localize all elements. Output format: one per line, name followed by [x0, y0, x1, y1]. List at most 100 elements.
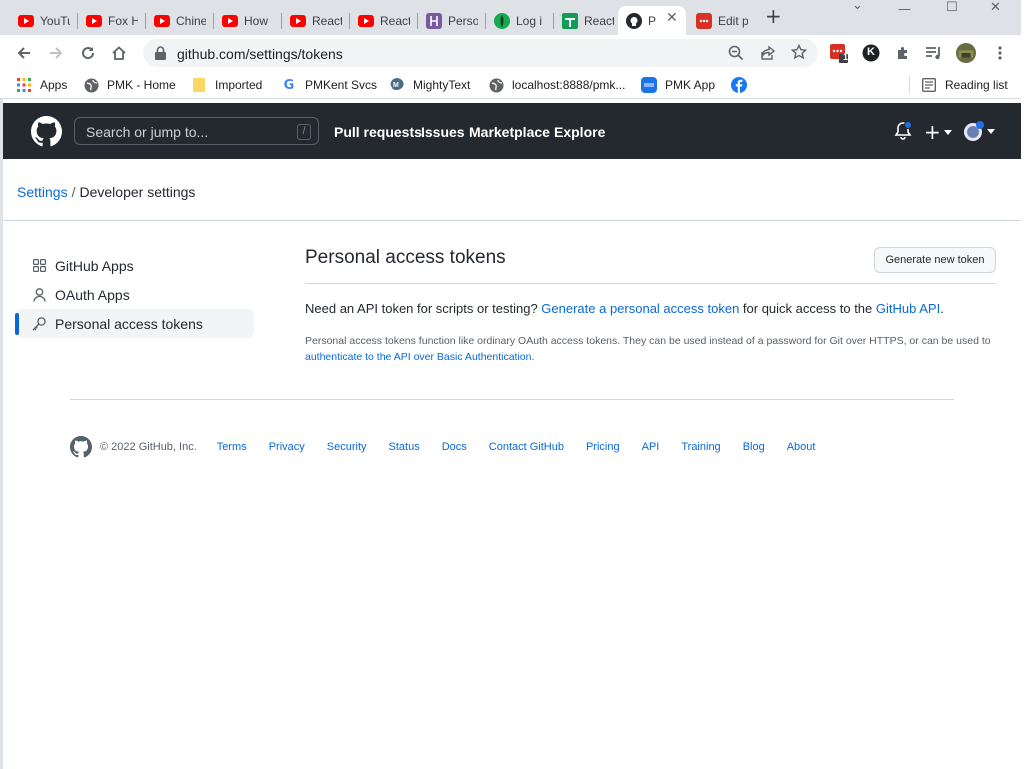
- sidebar-item-personal-access-tokens[interactable]: Personal access tokens: [15, 309, 254, 338]
- youtube-icon: [358, 13, 374, 29]
- footer-link[interactable]: Pricing: [586, 441, 620, 453]
- lock-icon: [155, 46, 166, 60]
- maximize-icon[interactable]: ☐: [946, 0, 958, 16]
- github-api-link[interactable]: GitHub API: [876, 301, 940, 316]
- browser-tab[interactable]: Log i: [486, 6, 552, 35]
- bookmark-label: PMKent Svcs: [305, 78, 378, 92]
- youtube-icon: [18, 13, 34, 29]
- minimize-icon[interactable]: —: [898, 2, 911, 18]
- browser-tab[interactable]: React: [282, 6, 348, 35]
- bookmark-pmk-app[interactable]: PMK App: [641, 76, 715, 94]
- breadcrumb-separator: /: [71, 184, 76, 200]
- note-suffix: .: [531, 351, 535, 363]
- close-tab-icon[interactable]: ✕: [666, 11, 678, 25]
- tab-title: Fox H: [108, 13, 138, 28]
- browser-tab[interactable]: Fox H: [78, 6, 144, 35]
- footer-link[interactable]: Training: [681, 441, 720, 453]
- extensions-puzzle-icon[interactable]: [893, 43, 913, 63]
- new-tab-icon[interactable]: +: [765, 6, 782, 26]
- bookmark-apps[interactable]: Apps: [16, 76, 67, 94]
- browser-tab[interactable]: React: [350, 6, 416, 35]
- close-window-icon[interactable]: ✕: [990, 0, 1001, 16]
- footer-divider: [70, 399, 954, 400]
- generate-new-token-button[interactable]: Generate new token: [874, 247, 996, 273]
- footer-link[interactable]: Security: [327, 441, 367, 453]
- reading-list-button[interactable]: Reading list: [921, 76, 1008, 94]
- reload-icon[interactable]: [77, 42, 99, 64]
- create-new-dropdown[interactable]: +: [924, 120, 952, 144]
- mightytext-icon: M: [389, 77, 405, 93]
- search-input[interactable]: Search or jump to... /: [74, 117, 319, 145]
- bookmark-label: localhost:8888/pmk...: [512, 78, 626, 92]
- chrome-menu-icon[interactable]: [990, 43, 1010, 63]
- bookmark-star-icon[interactable]: [791, 44, 807, 60]
- footer-link[interactable]: About: [787, 441, 816, 453]
- extension-red-icon[interactable]: 1: [829, 43, 849, 63]
- tab-title: React: [584, 13, 614, 28]
- tokens-note: Personal access tokens function like ord…: [305, 333, 1005, 365]
- nav-explore[interactable]: Explore: [554, 124, 605, 140]
- bookmark-localhost[interactable]: localhost:8888/pmk...: [488, 76, 625, 94]
- google-sheets-icon: [562, 12, 578, 29]
- sidebar-item-oauth-apps[interactable]: OAuth Apps: [16, 280, 254, 309]
- caret-down-icon: [943, 129, 952, 135]
- back-icon[interactable]: [13, 42, 35, 64]
- footer-link[interactable]: Docs: [442, 441, 467, 453]
- footer-link[interactable]: Blog: [743, 441, 765, 453]
- notifications-bell-icon[interactable]: [894, 121, 912, 141]
- browser-tab[interactable]: How: [214, 6, 280, 35]
- browser-tab[interactable]: Edit p: [688, 6, 756, 35]
- url-host: github.com: [177, 46, 246, 62]
- footer-link[interactable]: Status: [389, 441, 420, 453]
- profile-avatar[interactable]: [956, 43, 976, 63]
- bookmark-facebook[interactable]: [731, 76, 755, 94]
- share-icon[interactable]: [760, 45, 776, 61]
- address-bar[interactable]: github.com/settings/tokens: [143, 39, 818, 67]
- home-icon[interactable]: [108, 42, 130, 64]
- sidebar-item-label: Personal access tokens: [55, 315, 203, 332]
- extension-k-icon[interactable]: K: [861, 43, 881, 63]
- caret-down-icon: [987, 128, 995, 134]
- bookmark-pmkent-svcs[interactable]: G PMKent Svcs: [281, 76, 377, 94]
- divider: [305, 283, 996, 284]
- github-mark-icon[interactable]: [70, 436, 92, 458]
- footer-link[interactable]: Privacy: [269, 441, 305, 453]
- nav-marketplace[interactable]: Marketplace: [469, 124, 550, 140]
- chevron-down-icon[interactable]: ⌄: [852, 0, 863, 14]
- footer-link[interactable]: API: [642, 441, 660, 453]
- media-control-icon[interactable]: [924, 43, 944, 63]
- generate-token-link[interactable]: Generate a personal access token: [541, 301, 739, 316]
- plus-icon: +: [924, 120, 941, 144]
- browser-tab[interactable]: Perso: [418, 6, 484, 35]
- github-logo-icon[interactable]: [31, 116, 62, 147]
- sidebar-item-github-apps[interactable]: GitHub Apps: [16, 251, 254, 280]
- footer-link[interactable]: Terms: [217, 441, 247, 453]
- reading-list-icon: [921, 77, 937, 93]
- user-avatar: [963, 120, 985, 142]
- nav-issues[interactable]: Issues: [421, 124, 465, 140]
- browser-tab[interactable]: React: [554, 6, 620, 35]
- browser-tab[interactable]: YouTu: [10, 6, 76, 35]
- bookmark-imported[interactable]: Imported: [191, 76, 262, 94]
- tab-title: How: [244, 13, 269, 28]
- tab-title: React: [380, 13, 410, 28]
- extension-badge: 1: [843, 52, 849, 62]
- user-menu-dropdown[interactable]: [963, 120, 995, 142]
- youtube-icon: [86, 13, 102, 29]
- folder-icon: [191, 77, 207, 93]
- browser-tab[interactable]: Chine: [146, 6, 212, 35]
- footer-link[interactable]: Contact GitHub: [489, 441, 564, 453]
- divider: [3, 220, 1021, 221]
- tab-title: Perso: [448, 13, 478, 28]
- nav-pull-requests[interactable]: Pull requests: [334, 124, 422, 140]
- browser-toolbar: github.com/settings/tokens 1 K: [0, 35, 1033, 71]
- bookmark-pmk-home[interactable]: PMK - Home: [83, 76, 176, 94]
- forward-icon[interactable]: [45, 42, 67, 64]
- mongodb-icon: [494, 12, 510, 29]
- apps-grid-icon: [16, 77, 32, 93]
- globe-icon: [488, 77, 504, 93]
- zoom-icon[interactable]: [728, 45, 744, 61]
- breadcrumb-settings-link[interactable]: Settings: [17, 184, 68, 200]
- basic-auth-link[interactable]: authenticate to the API over Basic Authe…: [305, 351, 531, 363]
- bookmark-mightytext[interactable]: M MightyText: [389, 76, 470, 94]
